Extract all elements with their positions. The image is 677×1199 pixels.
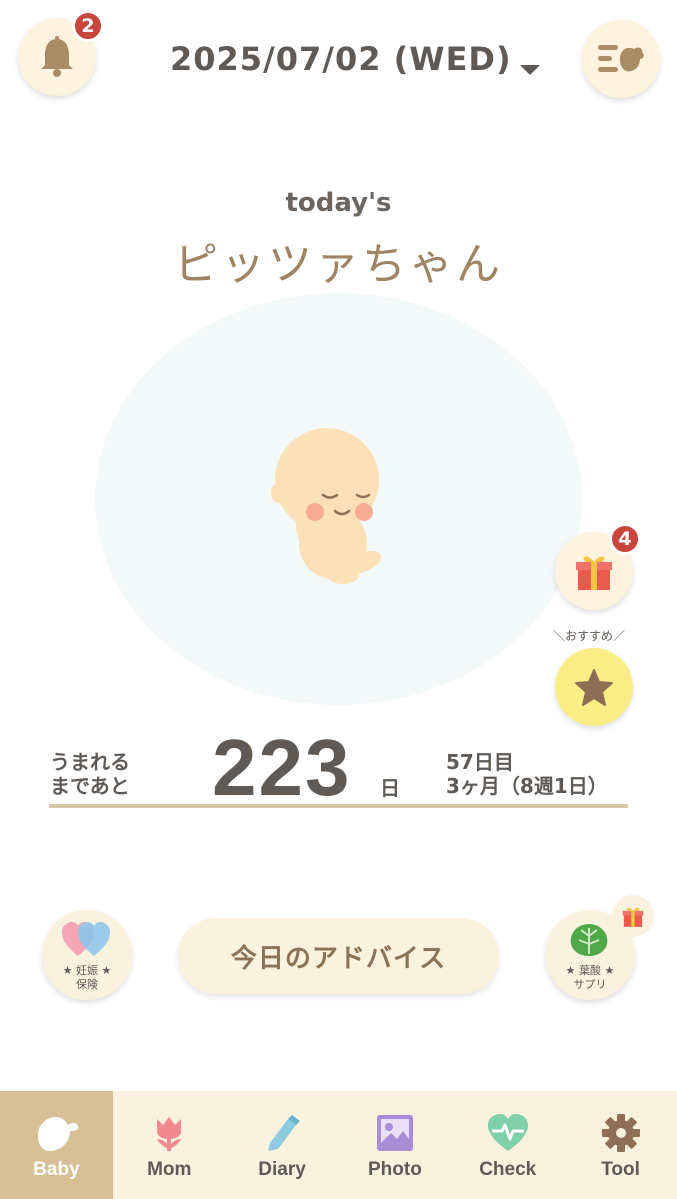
- date-selector[interactable]: 2025/07/02 (WED): [170, 40, 512, 78]
- remaining-label-line2: まであと: [50, 774, 130, 798]
- todays-label: today's: [285, 188, 392, 218]
- insurance-caption-line1: ★ 妊娠 ★: [62, 964, 112, 977]
- cabbage-icon: [570, 924, 608, 956]
- tab-mom[interactable]: Mom: [113, 1091, 226, 1199]
- supplement-caption-line2: サプリ: [573, 978, 607, 991]
- supplement-caption: ★ 葉酸 ★ サプリ: [545, 964, 635, 992]
- insurance-caption: ★ 妊娠 ★ 保険: [42, 964, 132, 992]
- tab-diary[interactable]: Diary: [226, 1091, 339, 1199]
- tab-label: Tool: [601, 1159, 640, 1180]
- supplement-caption-line1: ★ 葉酸 ★: [565, 964, 615, 977]
- gear-icon: [601, 1114, 640, 1152]
- insurance-caption-line2: 保険: [76, 978, 98, 991]
- baby-name: ピッツァちゃん: [174, 239, 503, 290]
- pregnancy-progress: 57日目 3ヶ月（8週1日）: [446, 750, 608, 798]
- days-unit: 日: [380, 776, 400, 800]
- insurance-button[interactable]: ★ 妊娠 ★ 保険: [42, 910, 132, 1000]
- bird-icon: [38, 1117, 79, 1151]
- elapsed-days: 57日目: [446, 750, 514, 774]
- tab-baby[interactable]: Baby: [0, 1091, 113, 1199]
- tab-label: Baby: [33, 1159, 80, 1180]
- tulip-icon: [157, 1117, 182, 1151]
- divider: [49, 804, 628, 808]
- remaining-label: うまれる まであと: [50, 750, 130, 798]
- gift-icon: [576, 556, 612, 590]
- heart-pulse-icon: [487, 1114, 528, 1151]
- star-icon: [575, 669, 613, 706]
- fetus-illustration: [271, 428, 381, 584]
- photo-icon: [376, 1115, 413, 1151]
- supplement-gift-badge: [612, 895, 654, 937]
- tab-photo[interactable]: Photo: [338, 1091, 451, 1199]
- bottom-tab-bar: Baby Mom Diary Photo Check Tool: [0, 1091, 677, 1199]
- chevron-down-icon[interactable]: [520, 65, 540, 75]
- recommend-button[interactable]: [555, 648, 633, 726]
- menu-button[interactable]: [582, 20, 660, 98]
- tab-label: Diary: [258, 1159, 306, 1180]
- gift-icon: [622, 907, 644, 927]
- recommend-label: ＼おすすめ／: [553, 629, 626, 643]
- bell-icon: [41, 36, 73, 77]
- tab-label: Photo: [367, 1159, 422, 1180]
- tab-check[interactable]: Check: [451, 1091, 564, 1199]
- menu-bird-icon: [598, 45, 644, 72]
- gift-count-badge: 4: [609, 523, 641, 555]
- tab-label: Check: [479, 1159, 537, 1180]
- hearts-icon: [62, 922, 110, 956]
- days-remaining: 223: [212, 723, 352, 812]
- tab-tool[interactable]: Tool: [564, 1091, 677, 1199]
- daily-advice-button[interactable]: 今日のアドバイス: [178, 918, 499, 994]
- pencil-icon: [268, 1115, 301, 1151]
- month-week: 3ヶ月（8週1日）: [446, 774, 608, 798]
- tab-label: Mom: [147, 1159, 192, 1180]
- remaining-label-line1: うまれる: [50, 750, 130, 774]
- notification-count-badge: 2: [72, 10, 104, 42]
